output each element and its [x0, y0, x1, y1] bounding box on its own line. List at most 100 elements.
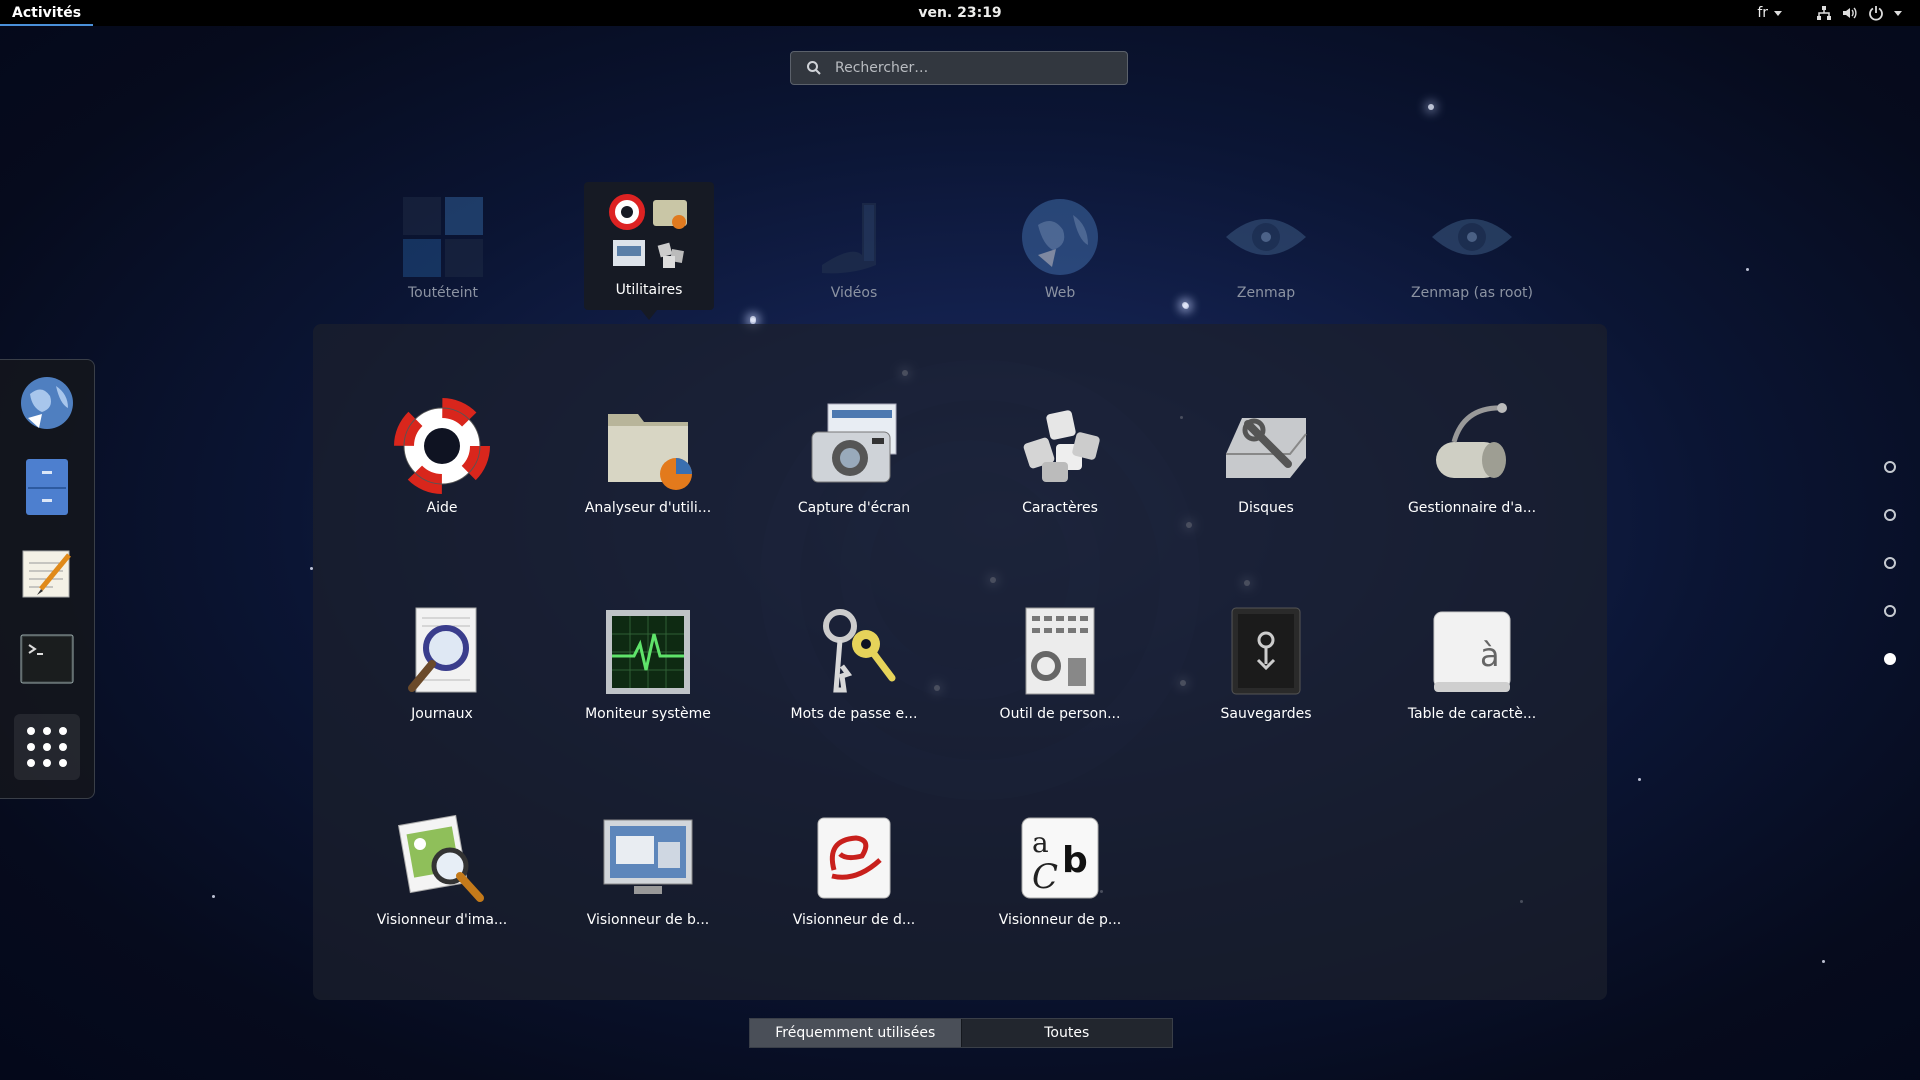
lifebuoy-icon — [394, 398, 490, 494]
folder-toutéteint[interactable]: Toutéteint — [378, 183, 508, 309]
system-menu[interactable] — [1816, 5, 1902, 21]
grid-tiles-icon — [401, 195, 485, 279]
keyboard-keys-icon — [1012, 398, 1108, 494]
folder-label: Zenmap (as root) — [1411, 285, 1533, 301]
web-globe-icon — [1018, 195, 1102, 279]
app-label: Analyseur d'utili... — [584, 500, 712, 516]
svg-text:à: à — [1480, 636, 1500, 674]
remote-desktop-icon — [600, 810, 696, 906]
background-star — [212, 895, 215, 898]
network-icon — [1817, 6, 1831, 20]
app-aide[interactable]: Aide — [357, 398, 527, 516]
folder-vidéos[interactable]: Vidéos — [789, 183, 919, 309]
top-bar: Activités ven. 23:19 fr — [0, 0, 1920, 26]
clock: ven. 23:19 — [0, 0, 1920, 26]
dash-web-browser[interactable] — [14, 370, 80, 436]
app-visionneur-bureaux[interactable]: Visionneur de b... — [563, 810, 733, 928]
power-icon — [1869, 6, 1883, 21]
eye-icon — [1224, 195, 1308, 279]
app-label: Aide — [426, 500, 458, 516]
view-toggle: Fréquemment utilisées Toutes — [749, 1018, 1173, 1048]
all-button[interactable]: Toutes — [960, 1019, 1173, 1047]
dash-text-editor[interactable] — [14, 540, 80, 606]
folder-web[interactable]: Web — [995, 183, 1125, 309]
camera-icon — [806, 398, 902, 494]
clock-label[interactable]: ven. 23:19 — [918, 5, 1001, 21]
background-star — [1822, 960, 1825, 963]
app-sauvegardes[interactable]: Sauvegardes — [1181, 604, 1351, 722]
chevron-down-icon — [1894, 10, 1902, 16]
show-applications-button[interactable] — [14, 714, 80, 780]
folder-label: Zenmap — [1236, 285, 1296, 301]
dash-terminal[interactable] — [14, 626, 80, 692]
font-viewer-icon: aCb — [1012, 810, 1108, 906]
app-label: Caractères — [1022, 500, 1098, 516]
page-indicator-1[interactable] — [1884, 461, 1896, 473]
app-outil-personnalisation[interactable]: Outil de person... — [975, 604, 1145, 722]
app-visionneur-documents[interactable]: Visionneur de d... — [769, 810, 939, 928]
app-gestionnaire-archives[interactable]: Gestionnaire d'a... — [1387, 398, 1557, 516]
frequent-button[interactable]: Fréquemment utilisées — [750, 1019, 961, 1047]
app-label: Visionneur de b... — [586, 912, 710, 928]
svg-text:b: b — [1062, 840, 1088, 881]
folder-utilitaires[interactable]: Utilitaires — [584, 182, 714, 320]
log-magnifier-icon — [394, 604, 490, 700]
keys-icon — [806, 604, 902, 700]
search-icon — [807, 61, 821, 75]
show-applications-icon — [27, 727, 67, 767]
folder-zenmap[interactable]: Zenmap — [1201, 183, 1331, 309]
app-label: Capture d'écran — [797, 500, 911, 516]
tweak-tool-icon — [1012, 604, 1108, 700]
app-label: Moniteur système — [585, 706, 711, 722]
disk-usage-folder-icon — [600, 398, 696, 494]
app-label: Visionneur de p... — [998, 912, 1122, 928]
app-label: Sauvegardes — [1220, 706, 1312, 722]
archive-manager-icon — [1424, 398, 1520, 494]
volume-icon — [1843, 7, 1857, 19]
system-monitor-icon — [600, 604, 696, 700]
app-label: Disques — [1238, 500, 1294, 516]
app-label: Table de caractè... — [1407, 706, 1537, 722]
page-indicator-3[interactable] — [1884, 557, 1896, 569]
app-visionneur-polices[interactable]: aCb Visionneur de p... — [975, 810, 1145, 928]
search-input[interactable] — [833, 59, 1127, 77]
search-box[interactable] — [790, 51, 1128, 85]
app-visionneur-images[interactable]: Visionneur d'ima... — [357, 810, 527, 928]
app-disques[interactable]: Disques — [1181, 398, 1351, 516]
app-label: Visionneur de d... — [792, 912, 916, 928]
app-capture-ecran[interactable]: Capture d'écran — [769, 398, 939, 516]
app-moniteur-systeme[interactable]: Moniteur système — [563, 604, 733, 722]
folder-label: Utilitaires — [615, 282, 683, 298]
app-mots-de-passe[interactable]: Mots de passe e... — [769, 604, 939, 722]
film-icon — [812, 195, 896, 279]
app-table-caracteres[interactable]: à Table de caractè... — [1387, 604, 1557, 722]
file-cabinet-icon — [26, 459, 68, 515]
svg-text:a: a — [1032, 826, 1049, 859]
folder-label: Web — [1044, 285, 1076, 301]
app-caracteres[interactable]: Caractères — [975, 398, 1145, 516]
activities-button[interactable]: Activités — [0, 0, 94, 26]
safe-icon — [1218, 604, 1314, 700]
app-analyseur-utilisation[interactable]: Analyseur d'utili... — [563, 398, 733, 516]
page-indicator-5[interactable] — [1884, 653, 1896, 665]
dash — [0, 359, 95, 799]
system-tray: fr — [1757, 0, 1902, 26]
folder-zenmap-as-root[interactable]: Zenmap (as root) — [1407, 183, 1537, 309]
svg-text:C: C — [1032, 857, 1058, 897]
language-indicator[interactable]: fr — [1757, 5, 1782, 21]
character-map-icon: à — [1424, 604, 1520, 700]
background-star — [750, 316, 756, 322]
app-label: Journaux — [411, 706, 473, 722]
web-browser-icon — [21, 377, 73, 429]
terminal-icon — [20, 634, 74, 684]
page-indicator-2[interactable] — [1884, 509, 1896, 521]
page-indicator-4[interactable] — [1884, 605, 1896, 617]
app-journaux[interactable]: Journaux — [357, 604, 527, 722]
image-viewer-icon — [394, 810, 490, 906]
disk-drive-icon — [1218, 398, 1314, 494]
app-label: Gestionnaire d'a... — [1407, 500, 1537, 516]
app-label: Outil de person... — [999, 706, 1121, 722]
background-star — [1182, 302, 1188, 308]
dash-files[interactable] — [14, 454, 80, 520]
language-label: fr — [1757, 5, 1768, 21]
